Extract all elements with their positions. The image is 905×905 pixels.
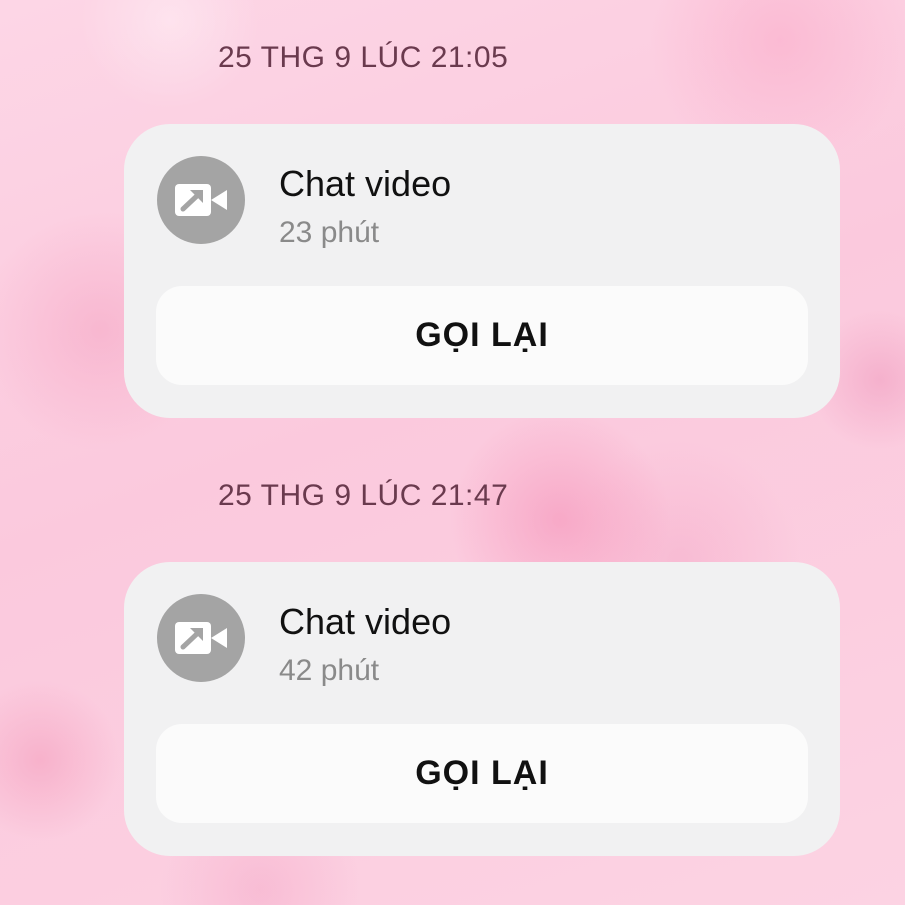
call-duration: 42 phút: [279, 654, 380, 687]
call-back-button[interactable]: GỌI LẠI: [156, 286, 808, 385]
call-log-card: Chat video 23 phút GỌI LẠI: [124, 124, 840, 418]
call-log-card: Chat video 42 phút GỌI LẠI: [124, 562, 840, 856]
call-back-button[interactable]: GỌI LẠI: [156, 724, 808, 823]
video-call-icon: [157, 594, 245, 682]
call-duration: 23 phút: [279, 216, 380, 249]
call-title: Chat video: [279, 601, 452, 642]
video-call-icon: [157, 156, 245, 244]
call-timestamp: 25 THG 9 LÚC 21:47: [218, 479, 509, 512]
call-title: Chat video: [279, 163, 452, 204]
call-timestamp: 25 THG 9 LÚC 21:05: [218, 41, 509, 74]
